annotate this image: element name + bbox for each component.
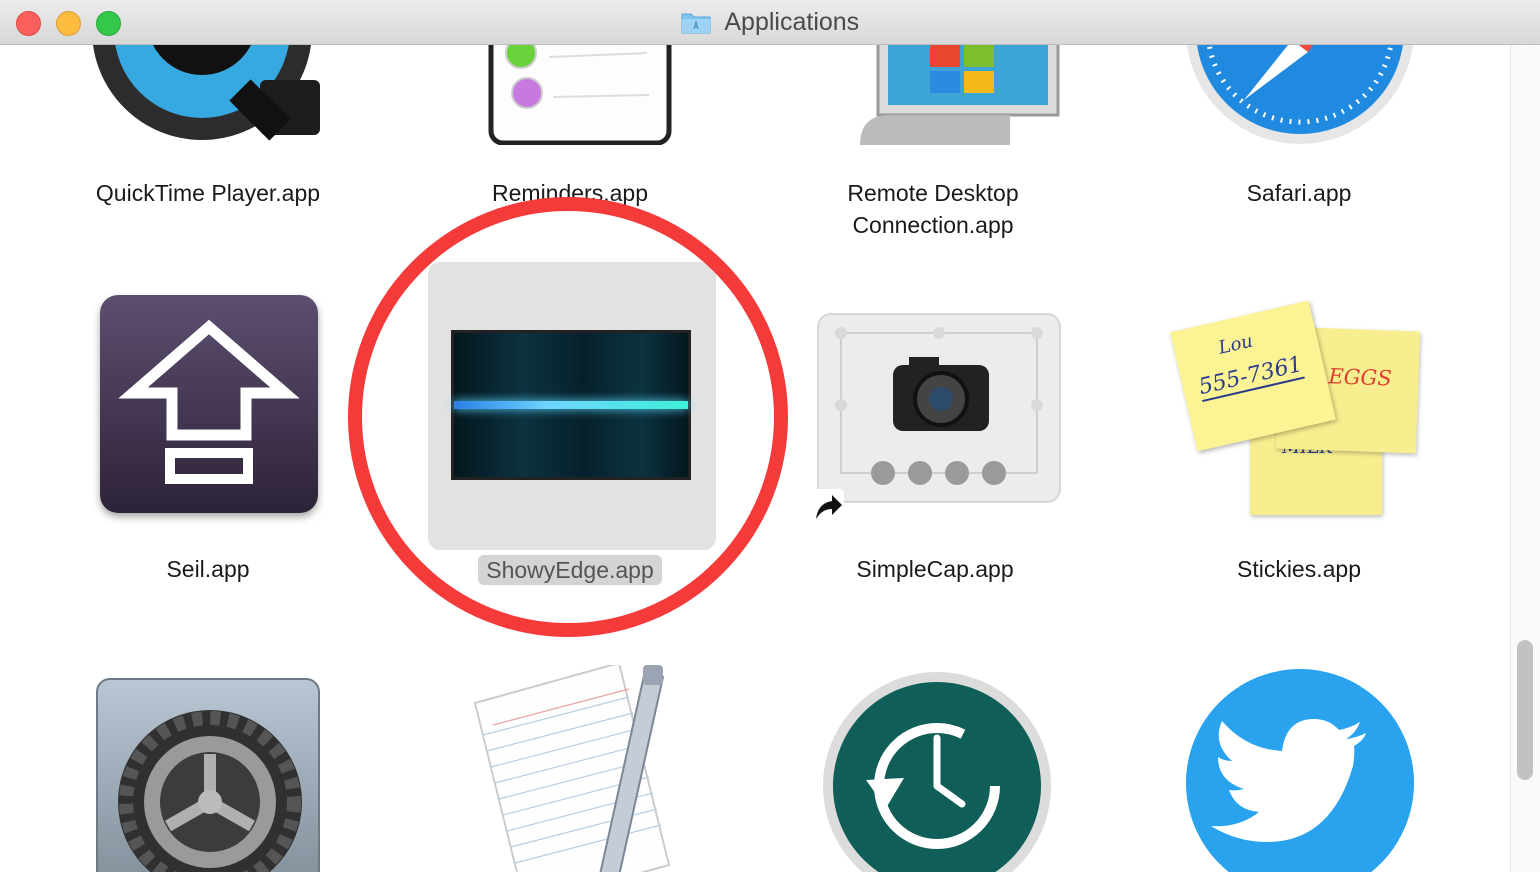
app-safari[interactable]: Safari.app — [1134, 45, 1464, 245]
sticky-note-number: 555-7361 — [1196, 351, 1306, 403]
app-simplecap[interactable]: SimpleCap.app — [770, 285, 1100, 595]
app-reminders[interactable]: Reminders.app — [405, 45, 735, 245]
sticky-note-lou: Lou — [1216, 330, 1255, 359]
folder-icon — [681, 13, 711, 34]
title-bar: Applications — [0, 0, 1540, 45]
textedit-icon — [473, 665, 671, 872]
sticky-note-eggs: EGGS — [1328, 364, 1393, 391]
app-label: QuickTime Player.app — [95, 180, 321, 206]
quicktime-icon — [93, 45, 320, 141]
app-stickies[interactable]: MILK EGGS Lou 555-7361 Stickies.app — [1134, 285, 1464, 595]
app-label: ShowyEdge.app — [405, 554, 735, 586]
twitter-icon — [1186, 669, 1414, 872]
app-label: Safari.app — [1246, 180, 1352, 206]
icon-grid: QuickTime Player.app Reminders.app Remot… — [0, 45, 1510, 872]
safari-icon — [1187, 45, 1413, 144]
time-machine-icon — [823, 672, 1051, 872]
app-seil[interactable]: Seil.app — [43, 285, 373, 595]
app-remote-desktop-connection[interactable]: Remote Desktop Connection.app — [768, 45, 1098, 285]
app-textedit[interactable] — [405, 665, 735, 872]
reminders-icon — [488, 45, 672, 145]
alias-arrow-icon — [808, 489, 844, 525]
app-quicktime-player[interactable]: QuickTime Player.app — [43, 45, 373, 245]
app-label: Seil.app — [166, 556, 250, 582]
scrollbar-thumb[interactable] — [1517, 640, 1533, 780]
app-label: SimpleCap.app — [856, 556, 1014, 582]
simplecap-icon — [817, 313, 1061, 503]
window-title: Applications — [0, 8, 1540, 37]
app-label: Stickies.app — [1236, 556, 1361, 582]
app-label: Remote Desktop Connection.app — [847, 180, 1019, 238]
app-label: Reminders.app — [492, 180, 648, 206]
seil-icon — [100, 295, 318, 513]
selected-label: ShowyEdge.app — [478, 555, 662, 585]
app-twitter[interactable] — [1134, 665, 1464, 872]
system-preferences-icon — [96, 678, 320, 872]
showyedge-icon — [451, 330, 691, 480]
window-title-text: Applications — [724, 8, 860, 36]
remote-desktop-icon — [860, 45, 1060, 145]
stickies-icon: MILK EGGS Lou 555-7361 — [1170, 295, 1424, 525]
app-time-machine[interactable] — [770, 665, 1100, 872]
app-showyedge[interactable]: ShowyEdge.app — [405, 260, 735, 600]
app-system-preferences[interactable] — [43, 665, 373, 872]
